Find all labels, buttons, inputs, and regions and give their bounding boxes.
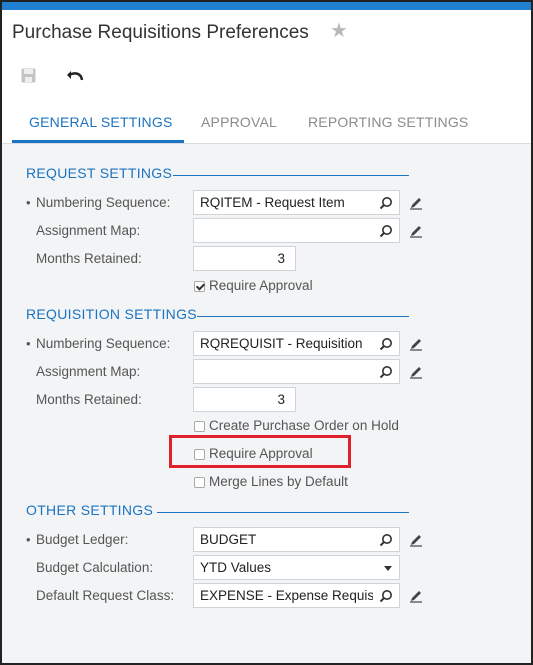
budget-calculation-value: YTD Values — [200, 560, 272, 575]
undo-icon[interactable] — [66, 68, 84, 83]
requisition-months-retained-input[interactable]: 3 — [193, 387, 296, 412]
merge-lines-label: Merge Lines by Default — [209, 474, 348, 489]
section-title-requisition-settings: REQUISITION SETTINGS — [26, 306, 197, 322]
section-title-request-settings: REQUEST SETTINGS — [26, 165, 173, 181]
page-title: Purchase Requisitions Preferences — [12, 22, 309, 43]
search-icon[interactable] — [379, 337, 393, 351]
section-divider — [197, 316, 409, 317]
highlight-annotation-box — [169, 435, 351, 468]
request-numbering-label: Numbering Sequence: — [36, 195, 171, 210]
requisition-numbering-label: Numbering Sequence: — [36, 336, 171, 351]
budget-ledger-value: BUDGET — [200, 532, 257, 547]
search-icon[interactable] — [379, 224, 393, 238]
active-tab-indicator — [12, 140, 184, 143]
required-marker: • — [26, 532, 31, 547]
default-request-class-value: EXPENSE - Expense Requisition — [200, 588, 373, 603]
merge-lines-checkbox[interactable] — [194, 477, 205, 488]
search-icon[interactable] — [379, 533, 393, 547]
budget-ledger-input[interactable]: BUDGET — [193, 527, 400, 552]
budget-ledger-label: Budget Ledger: — [36, 532, 129, 547]
requisition-assignment-map-input[interactable] — [193, 359, 400, 384]
favorite-star-icon[interactable]: ★ — [330, 21, 348, 41]
requisition-assignment-label: Assignment Map: — [36, 364, 141, 379]
request-numbering-value: RQITEM - Request Item — [200, 195, 345, 210]
edit-pencil-icon[interactable] — [409, 533, 423, 547]
edit-pencil-icon[interactable] — [409, 337, 423, 351]
edit-pencil-icon[interactable] — [409, 365, 423, 379]
tab-approval[interactable]: APPROVAL — [201, 114, 277, 130]
edit-pencil-icon[interactable] — [409, 589, 423, 603]
search-icon[interactable] — [379, 589, 393, 603]
tab-reporting-settings[interactable]: REPORTING SETTINGS — [308, 114, 468, 130]
app-window: Purchase Requisitions Preferences ★ GENE… — [0, 0, 533, 665]
top-accent-bar — [2, 2, 531, 10]
budget-calculation-label: Budget Calculation: — [36, 560, 154, 575]
tab-bar: GENERAL SETTINGS APPROVAL REPORTING SETT… — [2, 98, 531, 144]
create-po-on-hold-label: Create Purchase Order on Hold — [209, 418, 399, 433]
request-months-label: Months Retained: — [36, 251, 142, 266]
request-assignment-map-input[interactable] — [193, 218, 400, 243]
budget-calculation-select[interactable]: YTD Values — [193, 555, 400, 580]
required-marker: • — [26, 336, 31, 351]
request-assignment-label: Assignment Map: — [36, 223, 141, 238]
section-title-other-settings: OTHER SETTINGS — [26, 502, 154, 518]
search-icon[interactable] — [379, 196, 393, 210]
request-numbering-sequence-input[interactable]: RQITEM - Request Item — [193, 190, 400, 215]
edit-pencil-icon[interactable] — [409, 224, 423, 238]
default-request-class-input[interactable]: EXPENSE - Expense Requisition — [193, 583, 400, 608]
chevron-down-icon[interactable] — [384, 566, 392, 571]
tab-general-settings[interactable]: GENERAL SETTINGS — [29, 114, 173, 130]
default-request-class-label: Default Request Class: — [36, 588, 175, 603]
create-po-on-hold-checkbox[interactable] — [194, 421, 205, 432]
request-require-approval-checkbox[interactable] — [194, 281, 205, 292]
request-require-approval-label: Require Approval — [209, 278, 313, 293]
section-divider — [173, 175, 409, 176]
save-icon[interactable] — [21, 68, 36, 83]
request-months-retained-input[interactable]: 3 — [193, 246, 296, 271]
requisition-numbering-sequence-input[interactable]: RQREQUISIT - Requisition — [193, 331, 400, 356]
required-marker: • — [26, 195, 31, 210]
edit-pencil-icon[interactable] — [409, 196, 423, 210]
search-icon[interactable] — [379, 365, 393, 379]
requisition-months-label: Months Retained: — [36, 392, 142, 407]
section-divider — [157, 512, 409, 513]
requisition-numbering-value: RQREQUISIT - Requisition — [200, 336, 363, 351]
